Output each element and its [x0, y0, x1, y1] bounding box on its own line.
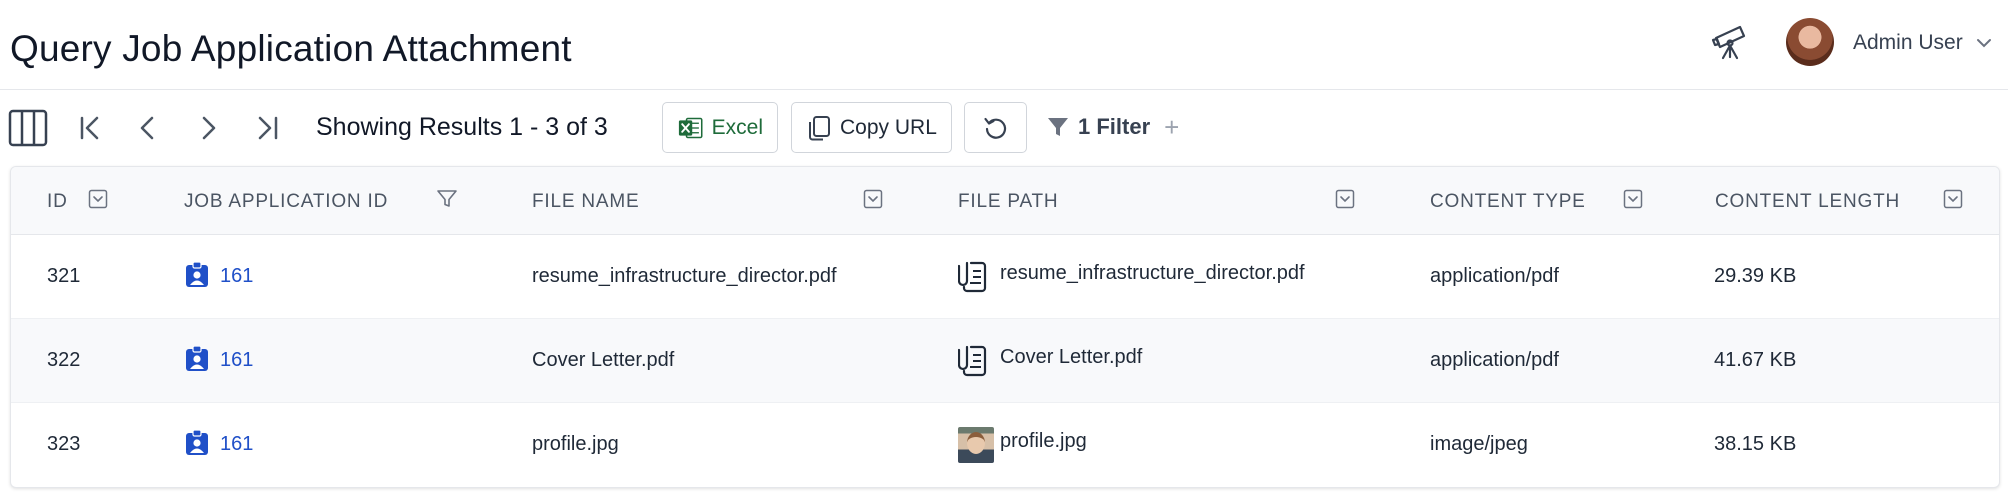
- reset-button[interactable]: [964, 102, 1027, 153]
- id-badge-icon[interactable]: [185, 430, 209, 456]
- file-path-link[interactable]: Cover Letter.pdf: [1000, 346, 1142, 369]
- first-page-icon[interactable]: [67, 106, 111, 150]
- cell-content-length: 38.15 KB: [1714, 433, 1797, 455]
- chevron-down-icon[interactable]: [1975, 34, 1993, 52]
- cell-content-type: application/pdf: [1430, 349, 1559, 371]
- file-path-link[interactable]: profile.jpg: [1000, 430, 1087, 453]
- cell-id: 323: [47, 433, 81, 455]
- funnel-icon: [1048, 118, 1068, 136]
- excel-label: Excel: [711, 115, 763, 139]
- file-path-link[interactable]: resume_infrastructure_director.pdf: [1000, 262, 1305, 285]
- id-badge-icon[interactable]: [185, 262, 209, 288]
- cell-file-name: profile.jpg: [532, 433, 619, 455]
- last-page-icon[interactable]: [246, 106, 290, 150]
- thumbnail-face: [967, 432, 985, 454]
- column-header-content-type[interactable]: CONTENT TYPE: [1430, 191, 1586, 213]
- cell-file-name: Cover Letter.pdf: [532, 349, 675, 371]
- job-application-link[interactable]: 161: [220, 265, 253, 288]
- table-row[interactable]: 322 161 Cover Letter.pdf Cover Letter.pd…: [11, 319, 1999, 403]
- avatar[interactable]: [1786, 18, 1834, 66]
- column-menu-icon[interactable]: [88, 189, 108, 209]
- page-header: Query Job Application Attachment Admin U…: [0, 0, 2008, 90]
- columns-icon[interactable]: [6, 106, 50, 150]
- paperclip-document-icon[interactable]: [958, 259, 988, 293]
- cell-file-name: resume_infrastructure_director.pdf: [532, 265, 837, 287]
- column-header-file-path[interactable]: FILE PATH: [958, 191, 1058, 213]
- next-page-icon[interactable]: [186, 106, 230, 150]
- previous-page-icon[interactable]: [126, 106, 170, 150]
- reset-icon: [983, 117, 1006, 139]
- id-badge-icon[interactable]: [185, 346, 209, 372]
- filter-label: 1 Filter: [1078, 114, 1151, 139]
- copy-icon: [809, 115, 830, 140]
- column-header-file-name[interactable]: FILE NAME: [532, 191, 640, 213]
- page-title: Query Job Application Attachment: [10, 28, 572, 69]
- add-filter-button[interactable]: +: [1164, 114, 1179, 140]
- filter-toggle[interactable]: 1 Filter +: [1046, 114, 1179, 140]
- user-name[interactable]: Admin User: [1853, 31, 1963, 55]
- telescope-icon[interactable]: [1710, 22, 1750, 62]
- table-row[interactable]: 321 161 resume_infrastructure_director.p…: [11, 235, 1999, 319]
- table-row[interactable]: 323 161 profile.jpg profile.jpg image/jp…: [11, 403, 1999, 487]
- column-header-job-application-id[interactable]: JOB APPLICATION ID: [184, 191, 388, 213]
- results-count: Showing Results 1 - 3 of 3: [316, 113, 608, 141]
- job-application-link[interactable]: 161: [220, 349, 253, 372]
- column-menu-icon[interactable]: [1943, 189, 1963, 209]
- paperclip-document-icon[interactable]: [958, 343, 988, 377]
- column-menu-icon[interactable]: [1335, 189, 1355, 209]
- excel-export-button[interactable]: Excel: [662, 102, 778, 153]
- cell-id: 321: [47, 265, 81, 287]
- job-application-link[interactable]: 161: [220, 433, 253, 456]
- cell-content-type: application/pdf: [1430, 265, 1559, 287]
- toolbar: Showing Results 1 - 3 of 3 Excel Copy UR…: [0, 100, 2008, 158]
- copy-url-label: Copy URL: [840, 115, 937, 139]
- cell-content-type: image/jpeg: [1430, 433, 1528, 455]
- table-header: ID JOB APPLICATION ID FILE NAME FILE PAT…: [11, 167, 1999, 235]
- excel-icon: [678, 117, 703, 138]
- column-header-id[interactable]: ID: [47, 191, 68, 213]
- column-menu-icon[interactable]: [1623, 189, 1643, 209]
- column-menu-icon[interactable]: [863, 189, 883, 209]
- copy-url-button[interactable]: Copy URL: [791, 102, 952, 153]
- results-table: ID JOB APPLICATION ID FILE NAME FILE PAT…: [10, 166, 2000, 488]
- image-thumbnail[interactable]: [958, 427, 994, 463]
- column-header-content-length[interactable]: CONTENT LENGTH: [1715, 191, 1900, 213]
- cell-content-length: 41.67 KB: [1714, 349, 1797, 371]
- cell-content-length: 29.39 KB: [1714, 265, 1797, 287]
- column-filter-icon[interactable]: [436, 189, 458, 209]
- cell-id: 322: [47, 349, 81, 371]
